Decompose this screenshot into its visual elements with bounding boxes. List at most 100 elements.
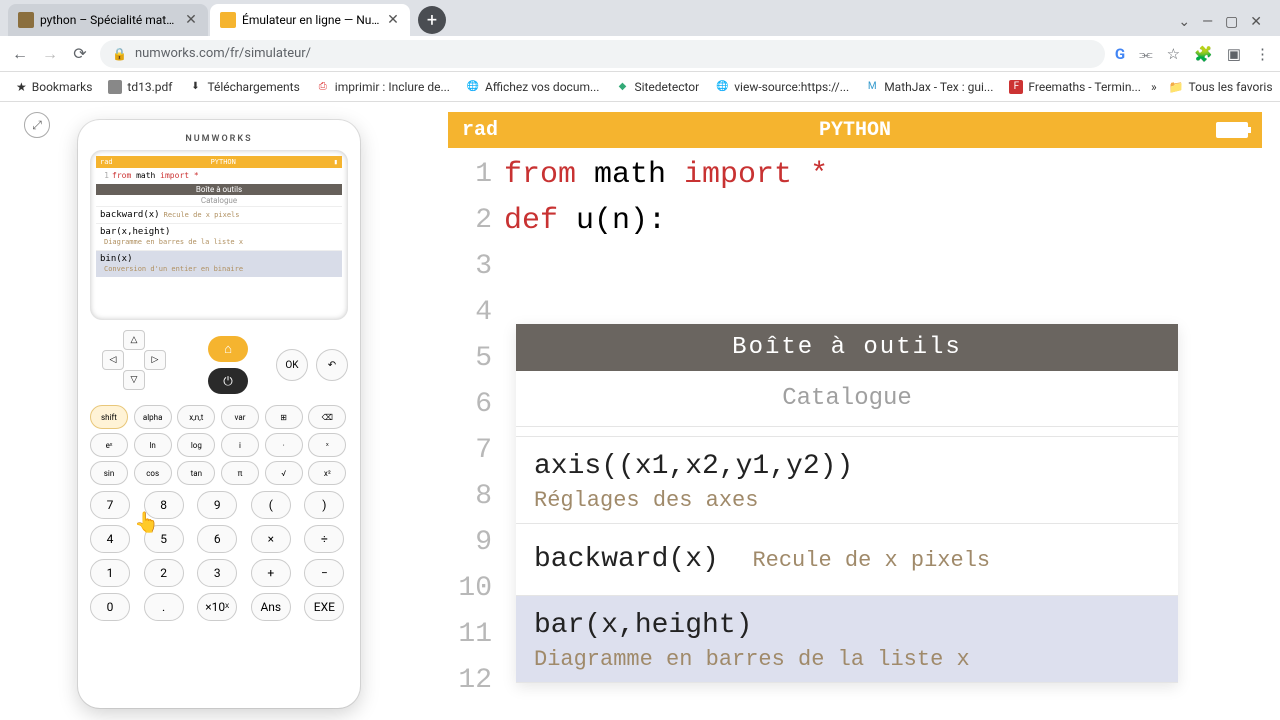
mini-toolbox-item-selected: bin(x)Conversion d'un entier en binaire bbox=[96, 250, 342, 277]
ok-key[interactable]: OK bbox=[276, 349, 308, 381]
toolbox-item-selected[interactable]: bar(x,height) Diagramme en barres de la … bbox=[516, 596, 1178, 683]
delete-key[interactable]: ⌫ bbox=[308, 405, 346, 429]
dot-key[interactable]: . bbox=[144, 593, 184, 621]
bookmarks-overflow[interactable]: » bbox=[1151, 80, 1157, 94]
dpad-up[interactable]: △ bbox=[123, 330, 145, 350]
fn-key[interactable]: log bbox=[177, 433, 215, 457]
lock-icon: 🔒 bbox=[112, 47, 127, 61]
num-key-4[interactable]: 4 bbox=[90, 525, 130, 553]
fn-key[interactable]: x² bbox=[308, 461, 346, 485]
num-key-3[interactable]: 3 bbox=[197, 559, 237, 587]
angle-mode: rad bbox=[462, 119, 498, 142]
toolbar-actions: G ⫘ ☆ 🧩 ▣ ⋮ bbox=[1115, 45, 1270, 63]
browser-toolbar: ← → ⟳ 🔒 numworks.com/fr/simulateur/ G ⫘ … bbox=[0, 36, 1280, 72]
var-key[interactable]: var bbox=[221, 405, 259, 429]
page-content: ⤢ NUMWORKS rad PYTHON ▮ 1from math impor… bbox=[0, 102, 1280, 720]
window-close-icon[interactable]: ✕ bbox=[1250, 14, 1262, 30]
reload-button[interactable]: ⟳ bbox=[70, 44, 90, 64]
browser-tab-1[interactable]: python – Spécialité mathématic ✕ bbox=[8, 4, 208, 36]
favicon bbox=[18, 12, 34, 28]
freemaths-icon: F bbox=[1009, 80, 1023, 94]
num-key-1[interactable]: 1 bbox=[90, 559, 130, 587]
num-key-5[interactable]: 5 bbox=[144, 525, 184, 553]
mini-toolbox-title: Boîte à outils bbox=[96, 184, 342, 195]
side-panel-icon[interactable]: ▣ bbox=[1227, 45, 1241, 63]
exp-key[interactable]: ×10ˣ bbox=[197, 593, 237, 621]
shift-key[interactable]: shift bbox=[90, 405, 128, 429]
fn-key[interactable]: π bbox=[221, 461, 259, 485]
num-key-7[interactable]: 7 bbox=[90, 491, 130, 519]
minus-key[interactable]: − bbox=[304, 559, 344, 587]
fn-key[interactable]: eˣ bbox=[90, 433, 128, 457]
toolbox-item-partial[interactable] bbox=[516, 427, 1178, 437]
toolbox-key[interactable]: ⊞ bbox=[265, 405, 303, 429]
menu-icon[interactable]: ⋮ bbox=[1255, 45, 1270, 63]
toolbox-item[interactable]: backward(x) Recule de x pixels bbox=[516, 524, 1178, 596]
fn-key[interactable]: · bbox=[265, 433, 303, 457]
close-icon[interactable]: ✕ bbox=[184, 13, 198, 27]
mini-catalogue: Catalogue bbox=[96, 195, 342, 206]
fn-key[interactable]: sin bbox=[90, 461, 128, 485]
bookmark-item[interactable]: 🌐Affichez vos docum... bbox=[460, 77, 606, 97]
back-key[interactable]: ↶ bbox=[316, 349, 348, 381]
share-icon[interactable]: ⫘ bbox=[1139, 45, 1153, 63]
window-maximize-icon[interactable]: ▢ bbox=[1225, 14, 1238, 30]
bookmark-item[interactable]: ⬇Téléchargements bbox=[182, 77, 305, 97]
num-key-6[interactable]: 6 bbox=[197, 525, 237, 553]
new-tab-button[interactable]: + bbox=[418, 6, 446, 34]
num-key-9[interactable]: 9 bbox=[197, 491, 237, 519]
bookmark-item[interactable]: ◆Sitedetector bbox=[609, 77, 705, 97]
fn-key[interactable]: ˣ bbox=[308, 433, 346, 457]
back-button[interactable]: ← bbox=[10, 44, 30, 64]
dpad-down[interactable]: ▽ bbox=[123, 370, 145, 390]
fn-key[interactable]: i bbox=[221, 433, 259, 457]
divide-key[interactable]: ÷ bbox=[304, 525, 344, 553]
xnt-key[interactable]: x,n,t bbox=[177, 405, 215, 429]
fn-key[interactable]: ln bbox=[134, 433, 172, 457]
bookmark-item[interactable]: MMathJax - Tex : gui... bbox=[859, 77, 999, 97]
dpad-left[interactable]: ◁ bbox=[102, 350, 124, 370]
toolbox-item[interactable]: axis((x1,x2,y1,y2)) Réglages des axes bbox=[516, 437, 1178, 524]
fullscreen-button[interactable]: ⤢ bbox=[24, 112, 50, 138]
num-key-2[interactable]: 2 bbox=[144, 559, 184, 587]
toolbox-fn: bar(x,height) bbox=[534, 610, 752, 641]
browser-tab-2[interactable]: Émulateur en ligne — NumWork ✕ bbox=[210, 4, 410, 36]
forward-button[interactable]: → bbox=[40, 44, 60, 64]
window-dropdown-icon[interactable]: ⌄ bbox=[1178, 14, 1190, 30]
multiply-key[interactable]: × bbox=[251, 525, 291, 553]
battery-icon: ▮ bbox=[334, 158, 338, 166]
paren-open-key[interactable]: ( bbox=[251, 491, 291, 519]
power-key[interactable]: ⏻ bbox=[208, 368, 248, 394]
folder-icon: 📁 bbox=[1169, 80, 1184, 94]
plus-key[interactable]: + bbox=[251, 559, 291, 587]
bookmark-item[interactable]: td13.pdf bbox=[102, 77, 178, 97]
bookmarks-folder[interactable]: 📁Tous les favoris bbox=[1163, 77, 1279, 97]
toolbox-desc: Diagramme en barres de la liste x bbox=[534, 647, 1160, 672]
window-minimize-icon[interactable]: — bbox=[1202, 14, 1213, 30]
close-icon[interactable]: ✕ bbox=[386, 13, 400, 27]
fn-key[interactable]: √ bbox=[265, 461, 303, 485]
address-bar[interactable]: 🔒 numworks.com/fr/simulateur/ bbox=[100, 40, 1105, 68]
paren-close-key[interactable]: ) bbox=[304, 491, 344, 519]
home-key[interactable]: ⌂ bbox=[208, 336, 248, 362]
num-key-8[interactable]: 8 bbox=[144, 491, 184, 519]
code-line-1: 1 from math import * bbox=[448, 152, 1262, 198]
google-icon[interactable]: G bbox=[1115, 45, 1125, 63]
fn-key[interactable]: tan bbox=[177, 461, 215, 485]
toolbox-desc: Recule de x pixels bbox=[752, 548, 990, 573]
extensions-icon[interactable]: 🧩 bbox=[1194, 45, 1213, 63]
tab-title: python – Spécialité mathématic bbox=[40, 13, 178, 27]
star-icon[interactable]: ☆ bbox=[1167, 45, 1180, 63]
toolbox-desc: Réglages des axes bbox=[534, 488, 1160, 513]
bookmarks-label[interactable]: ★ Bookmarks bbox=[10, 77, 98, 97]
bookmark-item[interactable]: 🌐view-source:https://... bbox=[709, 77, 855, 97]
exe-key[interactable]: EXE bbox=[304, 593, 344, 621]
num-key-0[interactable]: 0 bbox=[90, 593, 130, 621]
ans-key[interactable]: Ans bbox=[251, 593, 291, 621]
bookmark-item[interactable]: FFreemaths - Termin... bbox=[1003, 77, 1147, 97]
bookmark-item[interactable]: ⎙imprimir : Inclure de... bbox=[310, 77, 456, 97]
alpha-key[interactable]: alpha bbox=[134, 405, 172, 429]
print-icon: ⎙ bbox=[316, 80, 330, 94]
fn-key[interactable]: cos bbox=[134, 461, 172, 485]
dpad-right[interactable]: ▷ bbox=[144, 350, 166, 370]
